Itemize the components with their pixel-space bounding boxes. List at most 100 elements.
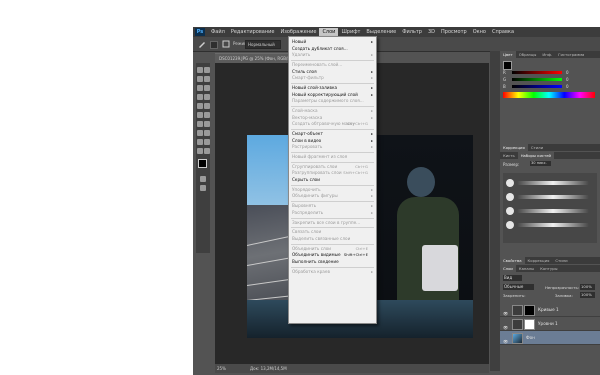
layer-mask-thumb[interactable] xyxy=(524,319,535,330)
menu-edit[interactable]: Редактирование xyxy=(228,28,278,37)
blend-mode-select[interactable]: Обычные xyxy=(503,284,534,290)
layers-menu-item[interactable]: Вектор-маска ▸ xyxy=(289,115,376,122)
layers-menu-item[interactable]: Закрепить все слои в группе... xyxy=(289,220,376,227)
color-fg-swatch[interactable] xyxy=(503,61,512,70)
channel-r-value[interactable]: 0 xyxy=(566,70,569,75)
layers-menu-item[interactable]: Стиль слоя ▸ xyxy=(289,69,376,76)
brush-tool-icon[interactable] xyxy=(198,40,206,48)
type-tool-icon[interactable] xyxy=(204,130,210,136)
crop-tool-icon[interactable] xyxy=(197,85,203,91)
layers-menu-item[interactable]: Смарт-фильтр ▸ xyxy=(289,75,376,82)
tab-brush[interactable]: Кисть xyxy=(500,152,518,159)
marquee-tool-icon[interactable] xyxy=(204,67,210,73)
layers-menu-item[interactable]: Разгруппировать слои Shift+Ctrl+G xyxy=(289,170,376,177)
layers-menu-item[interactable]: Новый слой-заливка ▸ xyxy=(289,85,376,92)
tab-layer-styles[interactable]: Стили xyxy=(552,257,570,264)
blur-tool-icon[interactable] xyxy=(197,121,203,127)
tab-brush-presets[interactable]: Наборы кистей xyxy=(517,152,555,159)
menu-file[interactable]: Файл xyxy=(208,28,228,37)
brush-stroke-2[interactable] xyxy=(517,195,589,199)
layers-menu-item[interactable]: Связать слои xyxy=(289,229,376,236)
path-select-tool-icon[interactable] xyxy=(197,139,203,145)
layer-name[interactable]: Кривые 1 xyxy=(538,303,559,316)
layer-filter-select[interactable]: Вид xyxy=(503,275,522,281)
brush-stroke-1[interactable] xyxy=(517,181,589,185)
channel-b-value[interactable]: 0 xyxy=(566,84,569,89)
layers-menu-item[interactable]: Создать дубликат слоя... xyxy=(289,46,376,53)
brush-preset-2[interactable] xyxy=(506,193,514,201)
layers-menu-item[interactable]: Сгруппировать слои Ctrl+G xyxy=(289,164,376,171)
layers-menu-item[interactable]: Скрыть слои xyxy=(289,177,376,184)
brush-panel-toggle-icon[interactable] xyxy=(222,40,230,48)
eyedropper-tool-icon[interactable] xyxy=(204,85,210,91)
brush-stroke-3[interactable] xyxy=(517,209,589,213)
layers-menu-item[interactable]: Растрировать ▸ xyxy=(289,144,376,151)
move-tool-icon[interactable] xyxy=(197,67,203,73)
channel-g-value[interactable]: 0 xyxy=(566,77,569,82)
layers-menu-item[interactable]: Переименовать слой... xyxy=(289,62,376,69)
zoom-tool-icon[interactable] xyxy=(204,148,210,154)
layers-menu-item[interactable]: Создать обтравочную маску Alt+Ctrl+G xyxy=(289,121,376,128)
zoom-level[interactable]: 25% xyxy=(217,364,226,373)
menu-view[interactable]: Просмотр xyxy=(438,28,470,37)
brush-stroke-4[interactable] xyxy=(517,223,589,227)
lasso-tool-icon[interactable] xyxy=(197,76,203,82)
tab-layers[interactable]: Слои xyxy=(500,265,516,272)
menu-3d[interactable]: 3D xyxy=(425,28,438,37)
mode-select[interactable]: Нормальный xyxy=(245,40,281,49)
layers-menu-item[interactable]: Выполнить сведение xyxy=(289,259,376,266)
tab-info[interactable]: Инф. xyxy=(539,51,555,58)
pen-tool-icon[interactable] xyxy=(197,130,203,136)
layers-menu-item[interactable]: Слои в видео ▸ xyxy=(289,138,376,145)
tab-properties[interactable]: Свойства xyxy=(500,257,525,264)
tab-swatches[interactable]: Образцы xyxy=(516,51,540,58)
tab-histogram[interactable]: Гистограмма xyxy=(555,51,587,58)
layers-menu-item[interactable]: Обработка краев ▸ xyxy=(289,269,376,276)
blue-slider[interactable] xyxy=(512,85,562,88)
brush-tool-icon-2[interactable] xyxy=(204,94,210,100)
brush-preset-4[interactable] xyxy=(506,221,514,229)
layers-menu-item[interactable]: Смарт-объект ▸ xyxy=(289,131,376,138)
shape-tool-icon[interactable] xyxy=(204,139,210,145)
history-brush-tool-icon[interactable] xyxy=(204,103,210,109)
layers-menu-item[interactable]: Объединить видимые Shift+Ctrl+E xyxy=(289,252,376,259)
dodge-tool-icon[interactable] xyxy=(204,121,210,127)
menu-filter[interactable]: Фильтр xyxy=(399,28,425,37)
clone-stamp-tool-icon[interactable] xyxy=(197,103,203,109)
healing-brush-tool-icon[interactable] xyxy=(197,94,203,100)
brush-size-field[interactable]: 30 пикс. xyxy=(530,161,551,166)
layers-menu-item[interactable]: Слой-маска ▸ xyxy=(289,108,376,115)
screen-mode-icon[interactable] xyxy=(200,185,206,191)
layers-menu-item[interactable]: Объединить фигуры ▸ xyxy=(289,193,376,200)
fill-field[interactable]: 100% xyxy=(580,292,595,298)
tab-color[interactable]: Цвет xyxy=(500,51,516,58)
quick-select-tool-icon[interactable] xyxy=(204,76,210,82)
menu-help[interactable]: Справка xyxy=(489,28,517,37)
layer-name[interactable]: Уровни 1 xyxy=(538,317,558,330)
eraser-tool-icon[interactable] xyxy=(197,112,203,118)
layers-menu-item[interactable]: Параметры содержимого слоя... xyxy=(289,98,376,105)
color-spectrum-ramp[interactable] xyxy=(503,92,595,98)
brush-preset-3[interactable] xyxy=(506,207,514,215)
red-slider[interactable] xyxy=(512,71,562,74)
tab-paths[interactable]: Контуры xyxy=(537,265,560,272)
layers-menu-item[interactable]: Новый корректирующий слой ▸ xyxy=(289,92,376,99)
layers-menu-item[interactable]: Распределить ▸ xyxy=(289,210,376,217)
tab-adjustments[interactable]: Коррекция xyxy=(500,144,528,151)
green-slider[interactable] xyxy=(512,78,562,81)
opacity-field[interactable]: 100% xyxy=(580,284,595,290)
layers-menu-item[interactable]: Выровнять ▸ xyxy=(289,203,376,210)
brush-preset-1[interactable] xyxy=(506,179,514,187)
layer-row-background[interactable]: 👁 Фон xyxy=(500,331,600,345)
layer-row-levels[interactable]: 👁 Уровни 1 xyxy=(500,317,600,331)
tab-channels[interactable]: Каналы xyxy=(516,265,537,272)
layers-menu-item[interactable]: Упорядочить ▸ xyxy=(289,187,376,194)
hand-tool-icon[interactable] xyxy=(197,148,203,154)
layers-menu-item[interactable]: Удалить ▸ xyxy=(289,52,376,59)
gradient-tool-icon[interactable] xyxy=(204,112,210,118)
menu-window[interactable]: Окно xyxy=(470,28,489,37)
tab-styles[interactable]: Стили xyxy=(528,144,546,151)
layer-mask-thumb[interactable] xyxy=(524,305,535,316)
layer-name[interactable]: Фон xyxy=(526,331,535,344)
layers-menu-item[interactable]: Объединить слои Ctrl+E xyxy=(289,246,376,253)
